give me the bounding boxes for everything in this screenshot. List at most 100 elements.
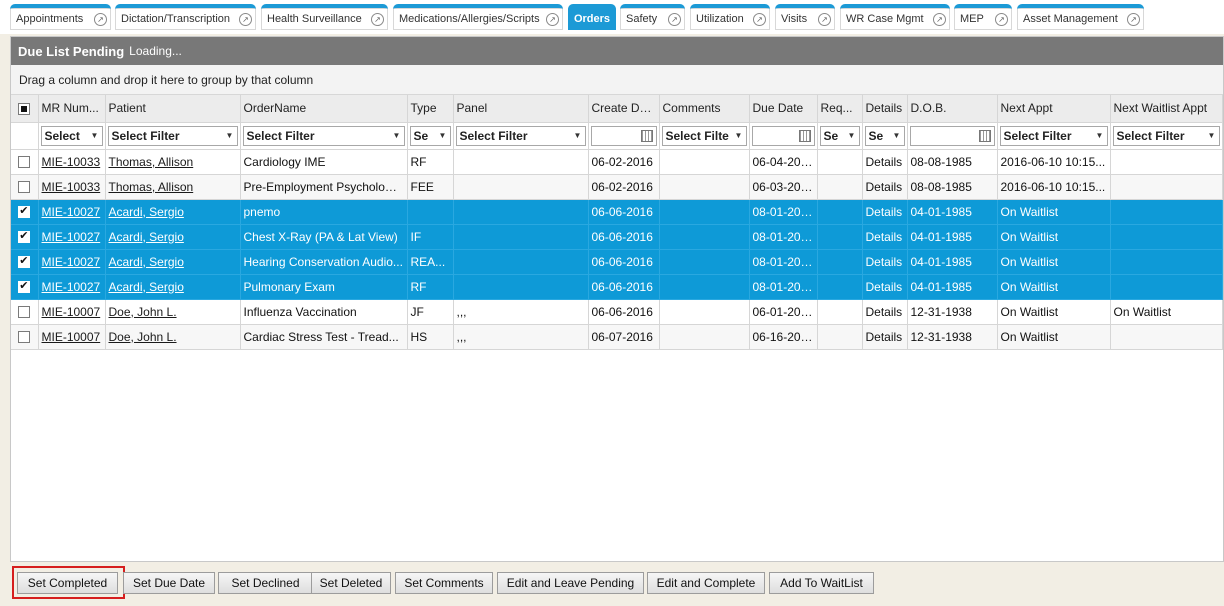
tab-orders[interactable]: Orders [568,4,616,30]
table-row[interactable]: MIE-10007 Doe, John L. Influenza Vaccinati… [11,299,1223,325]
cell-details[interactable]: Details [862,199,908,225]
tab-visits[interactable]: Visits ↗ [775,4,835,30]
filter-details[interactable]: Se ▼ [864,125,905,146]
cell-details[interactable]: Details [862,249,908,275]
tab-dictation-transcription[interactable]: Dictation/Transcription ↗ [115,4,256,30]
table-row[interactable]: MIE-10033 Thomas, Allison Pre-Employment P… [11,174,1223,200]
filter-create-date[interactable] [590,125,657,146]
table-row[interactable]: MIE-10027 Acardi, Sergio Chest X-Ray (PA &… [11,224,1223,250]
col-header-create-date[interactable]: Create Date [588,95,660,123]
add-to-waitlist-button[interactable]: Add To WaitList [769,572,874,594]
calendar-icon[interactable] [640,129,653,142]
cell-mr-number-link[interactable]: MIE-10027 [42,230,101,244]
col-header-type[interactable]: Type [407,95,454,123]
row-checkbox[interactable] [18,229,31,244]
popout-icon[interactable]: ↗ [239,12,252,26]
popout-icon[interactable]: ↗ [1127,12,1140,26]
row-select-cell[interactable] [11,149,39,175]
cell-patient-link[interactable]: Acardi, Sergio [109,255,184,269]
cell-mr-number-link[interactable]: MIE-10027 [42,255,101,269]
set-deleted-button[interactable]: Set Deleted [311,572,391,594]
cell-mr-number-link[interactable]: MIE-10027 [42,205,101,219]
calendar-icon[interactable] [798,129,811,142]
cell-patient-link[interactable]: Doe, John L. [109,305,177,319]
tab-appointments[interactable]: Appointments ↗ [10,4,111,30]
row-select-cell[interactable] [11,274,39,300]
cell-mr-number-link[interactable]: MIE-10033 [42,155,101,169]
tab-asset-management[interactable]: Asset Management ↗ [1017,4,1144,30]
col-header-due-date[interactable]: Due Date [749,95,818,123]
cell-details[interactable]: Details [862,174,908,200]
cell-mr-number-link[interactable]: MIE-10007 [42,330,101,344]
tab-utilization[interactable]: Utilization ↗ [690,4,770,30]
cell-details[interactable]: Details [862,149,908,175]
row-select-cell[interactable] [11,174,39,200]
group-drop-area[interactable]: Drag a column and drop it here to group … [11,65,1223,95]
filter-due-date[interactable] [751,125,815,146]
cell-patient-link[interactable]: Acardi, Sergio [109,280,184,294]
row-checkbox[interactable] [18,181,31,194]
cell-patient-link[interactable]: Thomas, Allison [109,155,194,169]
cell-details[interactable]: Details [862,299,908,325]
popout-icon[interactable]: ↗ [94,12,107,26]
cell-mr-number-link[interactable]: MIE-10027 [42,280,101,294]
col-header-comments[interactable]: Comments [659,95,750,123]
calendar-icon[interactable] [978,129,991,142]
row-select-cell[interactable] [11,199,39,225]
col-header-patient[interactable]: Patient [105,95,241,123]
popout-icon[interactable]: ↗ [995,12,1008,26]
row-checkbox[interactable] [18,204,31,219]
tab-mep[interactable]: MEP ↗ [954,4,1012,30]
set-declined-button[interactable]: Set Declined [218,572,313,594]
row-select-cell[interactable] [11,324,39,350]
table-row[interactable]: MIE-10027 Acardi, Sergio Hearing Conservat… [11,249,1223,275]
col-header-order-name[interactable]: OrderName [240,95,408,123]
popout-icon[interactable]: ↗ [371,12,384,26]
row-checkbox[interactable] [18,331,31,344]
filter-required[interactable]: Se ▼ [819,125,860,146]
cell-mr-number-link[interactable]: MIE-10007 [42,305,101,319]
row-checkbox[interactable] [18,279,31,294]
row-checkbox[interactable] [18,254,31,269]
set-comments-button[interactable]: Set Comments [395,572,493,594]
tab-wr-case-mgmt[interactable]: WR Case Mgmt ↗ [840,4,950,30]
row-checkbox[interactable] [18,306,31,319]
tab-safety[interactable]: Safety ↗ [620,4,685,30]
row-checkbox[interactable] [18,156,31,169]
filter-type[interactable]: Se ▼ [409,125,451,146]
cell-patient-link[interactable]: Thomas, Allison [109,180,194,194]
row-select-cell[interactable] [11,224,39,250]
edit-leave-pending-button[interactable]: Edit and Leave Pending [497,572,644,594]
set-completed-button[interactable]: Set Completed [17,572,118,594]
popout-icon[interactable]: ↗ [546,12,559,26]
filter-dob[interactable] [909,125,995,146]
popout-icon[interactable]: ↗ [753,12,766,26]
filter-comments[interactable]: Select Filte ▼ [661,125,747,146]
col-header-dob[interactable]: D.O.B. [907,95,998,123]
cell-details[interactable]: Details [862,224,908,250]
set-due-date-button[interactable]: Set Due Date [123,572,215,594]
cell-mr-number-link[interactable]: MIE-10033 [42,180,101,194]
filter-next-waitlist-appt[interactable]: Select Filter ▼ [1112,125,1220,146]
row-select-cell[interactable] [11,299,39,325]
popout-icon[interactable]: ↗ [668,12,681,26]
filter-panel[interactable]: Select Filter ▼ [455,125,586,146]
cell-patient-link[interactable]: Acardi, Sergio [109,205,184,219]
edit-complete-button[interactable]: Edit and Complete [647,572,765,594]
cell-patient-link[interactable]: Acardi, Sergio [109,230,184,244]
col-header-next-waitlist-appt[interactable]: Next Waitlist Appt [1110,95,1223,123]
select-all-checkbox[interactable] [18,103,31,116]
cell-details[interactable]: Details [862,324,908,350]
select-all-cell[interactable] [11,95,39,123]
tab-health-surveillance[interactable]: Health Surveillance ↗ [261,4,388,30]
col-header-mr-number[interactable]: MR Num... [38,95,106,123]
filter-order-name[interactable]: Select Filter ▼ [242,125,405,146]
filter-next-appt[interactable]: Select Filter ▼ [999,125,1108,146]
cell-patient-link[interactable]: Doe, John L. [109,330,177,344]
col-header-required[interactable]: Req... [817,95,863,123]
filter-mr-number[interactable]: Select ▼ [40,125,103,146]
table-row[interactable]: MIE-10027 Acardi, Sergio pnemo 06-06-2016 08… [11,199,1223,225]
col-header-next-appt[interactable]: Next Appt [997,95,1111,123]
filter-patient[interactable]: Select Filter ▼ [107,125,238,146]
table-row[interactable]: MIE-10033 Thomas, Allison Cardiology IME RF… [11,149,1223,175]
